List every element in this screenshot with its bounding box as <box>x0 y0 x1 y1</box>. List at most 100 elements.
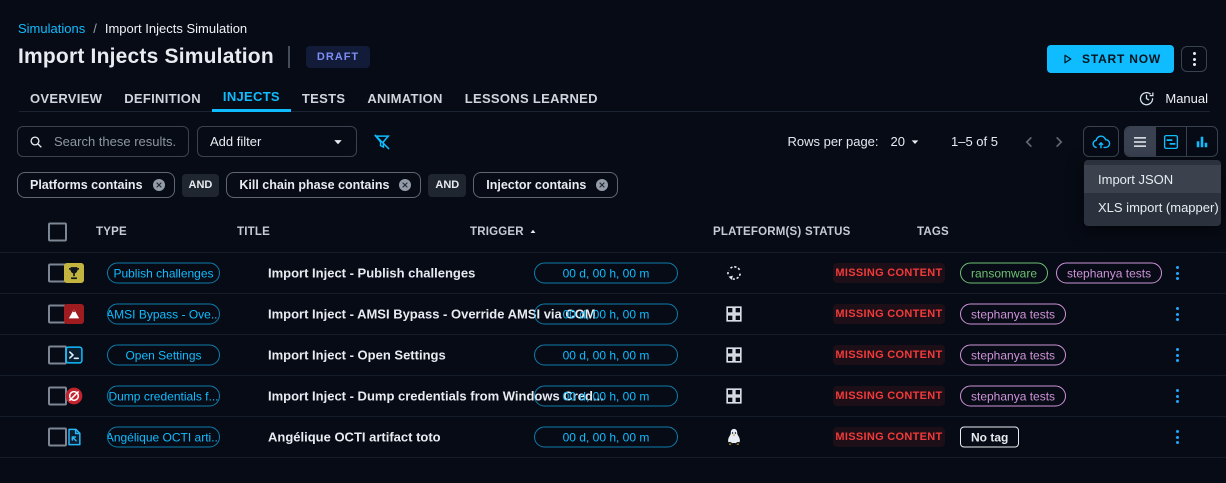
page-title: Import Injects Simulation <box>18 45 274 69</box>
inject-type-chip: Publish challenges <box>107 263 220 284</box>
filter-chip-label: Platforms contains <box>30 178 143 192</box>
unknown-platform-icon <box>724 263 744 283</box>
menu-item-xls-import-mapper[interactable]: XLS import (mapper) <box>1084 193 1221 221</box>
add-filter-select[interactable]: Add filter <box>197 126 357 157</box>
row-menu-button[interactable] <box>1176 348 1179 362</box>
trophy-icon <box>64 263 84 283</box>
table-row[interactable]: AMSI Bypass - Ove...Import Inject - AMSI… <box>0 293 1226 334</box>
row-menu-button[interactable] <box>1176 389 1179 403</box>
title-row: Import Injects Simulation DRAFT <box>18 45 370 69</box>
header-actions: START NOW <box>1047 45 1207 73</box>
status-badge: MISSING CONTENT <box>833 263 945 283</box>
clear-filters-icon[interactable] <box>372 132 392 152</box>
rows-per-page-select[interactable]: 20 <box>891 134 923 150</box>
filter-chip-platforms-contains[interactable]: Platforms contains <box>17 172 175 198</box>
status-badge-draft: DRAFT <box>306 46 370 68</box>
injects-table: Publish challenges Import Inject - Publis… <box>0 252 1226 458</box>
trigger-chip: 00 d, 00 h, 00 m <box>534 386 678 407</box>
tab-lessons-learned[interactable]: LESSONS LEARNED <box>454 84 609 112</box>
rows-per-page-value: 20 <box>891 134 905 149</box>
table-header: TYPE TITLE TRIGGER PLATEFORM(S) STATUS TAGS <box>0 212 1226 252</box>
trigger-chip: 00 d, 00 h, 00 m <box>534 304 678 325</box>
table-row[interactable]: Publish challenges Import Inject - Publis… <box>0 252 1226 293</box>
tags: stephanya tests <box>960 345 1066 366</box>
rows-per-page-label: Rows per page: <box>787 134 878 149</box>
tag-chip-ransomware[interactable]: ransomware <box>960 263 1048 284</box>
timeline-view-icon <box>1162 133 1180 151</box>
search-input[interactable] <box>52 133 178 150</box>
tag-chip-stephanya-tests[interactable]: stephanya tests <box>960 345 1066 366</box>
header-menu-button[interactable] <box>1181 46 1207 72</box>
next-page-button[interactable] <box>1048 131 1070 153</box>
view-toggle-distribution[interactable] <box>1155 127 1186 156</box>
tab-injects[interactable]: INJECTS <box>212 84 291 112</box>
column-label: TYPE <box>96 226 127 238</box>
artifact-file-icon <box>64 427 84 447</box>
start-now-button[interactable]: START NOW <box>1047 45 1174 73</box>
filter-operator[interactable]: AND <box>428 174 466 197</box>
filter-operator[interactable]: AND <box>182 174 220 197</box>
select-all-checkbox[interactable] <box>48 223 67 242</box>
search-box <box>17 126 189 157</box>
tag-chip-stephanya-tests[interactable]: stephanya tests <box>1056 263 1162 284</box>
cancel-icon[interactable] <box>594 177 610 193</box>
status-badge: MISSING CONTENT <box>833 304 945 324</box>
windows-icon <box>724 304 744 324</box>
menu-item-import-json[interactable]: Import JSON <box>1084 165 1221 193</box>
import-button[interactable] <box>1083 126 1119 157</box>
column-header-trigger[interactable]: TRIGGER <box>470 226 539 238</box>
previous-page-button[interactable] <box>1018 131 1040 153</box>
inject-type-chip: Dump credentials f... <box>107 386 220 407</box>
terminal-icon <box>64 345 84 365</box>
inject-title: Import Inject - Publish challenges <box>268 266 475 281</box>
row-menu-button[interactable] <box>1176 266 1179 280</box>
inject-title: Angélique OCTI artifact toto <box>268 430 441 445</box>
toolbar: Add filter Rows per page: 20 1–5 of 5 <box>17 126 1218 157</box>
linux-icon <box>724 427 744 447</box>
play-icon <box>1060 52 1074 66</box>
inject-type-chip: Open Settings <box>107 345 220 366</box>
cancel-icon[interactable] <box>397 177 413 193</box>
update-mode-button[interactable]: Manual <box>1138 90 1208 107</box>
kebab-menu-icon <box>1193 52 1196 66</box>
filter-chip-label: Injector contains <box>486 178 586 192</box>
breadcrumb-separator: / <box>93 21 97 36</box>
row-menu-button[interactable] <box>1176 307 1179 321</box>
tab-animation[interactable]: ANIMATION <box>356 84 453 112</box>
table-row[interactable]: Open SettingsImport Inject - Open Settin… <box>0 334 1226 375</box>
column-label: STATUS <box>805 226 851 238</box>
chevron-left-icon <box>1020 133 1038 151</box>
trigger-chip: 00 d, 00 h, 00 m <box>534 427 678 448</box>
filter-chip-kill-chain-phase-contains[interactable]: Kill chain phase contains <box>226 172 421 198</box>
view-toggle-list[interactable] <box>1125 127 1155 156</box>
breadcrumb-current: Import Injects Simulation <box>105 21 247 36</box>
breadcrumb-link-simulations[interactable]: Simulations <box>18 21 85 36</box>
simulation-injects-page: Simulations / Import Injects Simulation … <box>0 0 1226 483</box>
tab-tests[interactable]: TESTS <box>291 84 356 112</box>
tags: ransomware stephanya tests <box>960 263 1162 284</box>
column-header-tags[interactable]: TAGS <box>917 226 949 238</box>
filter-chip-injector-contains[interactable]: Injector contains <box>473 172 618 198</box>
inject-type-chip: Angélique OCTI arti... <box>107 427 220 448</box>
cancel-icon[interactable] <box>151 177 167 193</box>
tab-definition[interactable]: DEFINITION <box>113 84 212 112</box>
active-filters: Platforms contains AND Kill chain phase co… <box>17 172 618 198</box>
row-menu-button[interactable] <box>1176 430 1179 444</box>
view-toggle-chart[interactable] <box>1186 127 1217 156</box>
table-row[interactable]: Angélique OCTI arti... Angélique OCTI art… <box>0 416 1226 458</box>
column-header-status[interactable]: STATUS <box>805 226 851 238</box>
tag-chip-stephanya-tests[interactable]: stephanya tests <box>960 304 1066 325</box>
column-header-type[interactable]: TYPE <box>96 226 127 238</box>
column-header-title[interactable]: TITLE <box>237 226 270 238</box>
tags: stephanya tests <box>960 386 1066 407</box>
list-view-icon <box>1131 133 1149 151</box>
update-icon <box>1138 90 1155 107</box>
inject-type-chip: AMSI Bypass - Ove... <box>107 304 220 325</box>
table-row[interactable]: Dump credentials f...Import Inject - Dum… <box>0 375 1226 416</box>
tag-chip-stephanya-tests[interactable]: stephanya tests <box>960 386 1066 407</box>
tag-chip-no-tag[interactable]: No tag <box>960 427 1019 448</box>
tab-overview[interactable]: OVERVIEW <box>19 84 113 112</box>
column-header-plateform-s[interactable]: PLATEFORM(S) <box>713 226 801 238</box>
title-divider <box>288 46 290 68</box>
caldera-icon <box>64 304 84 324</box>
